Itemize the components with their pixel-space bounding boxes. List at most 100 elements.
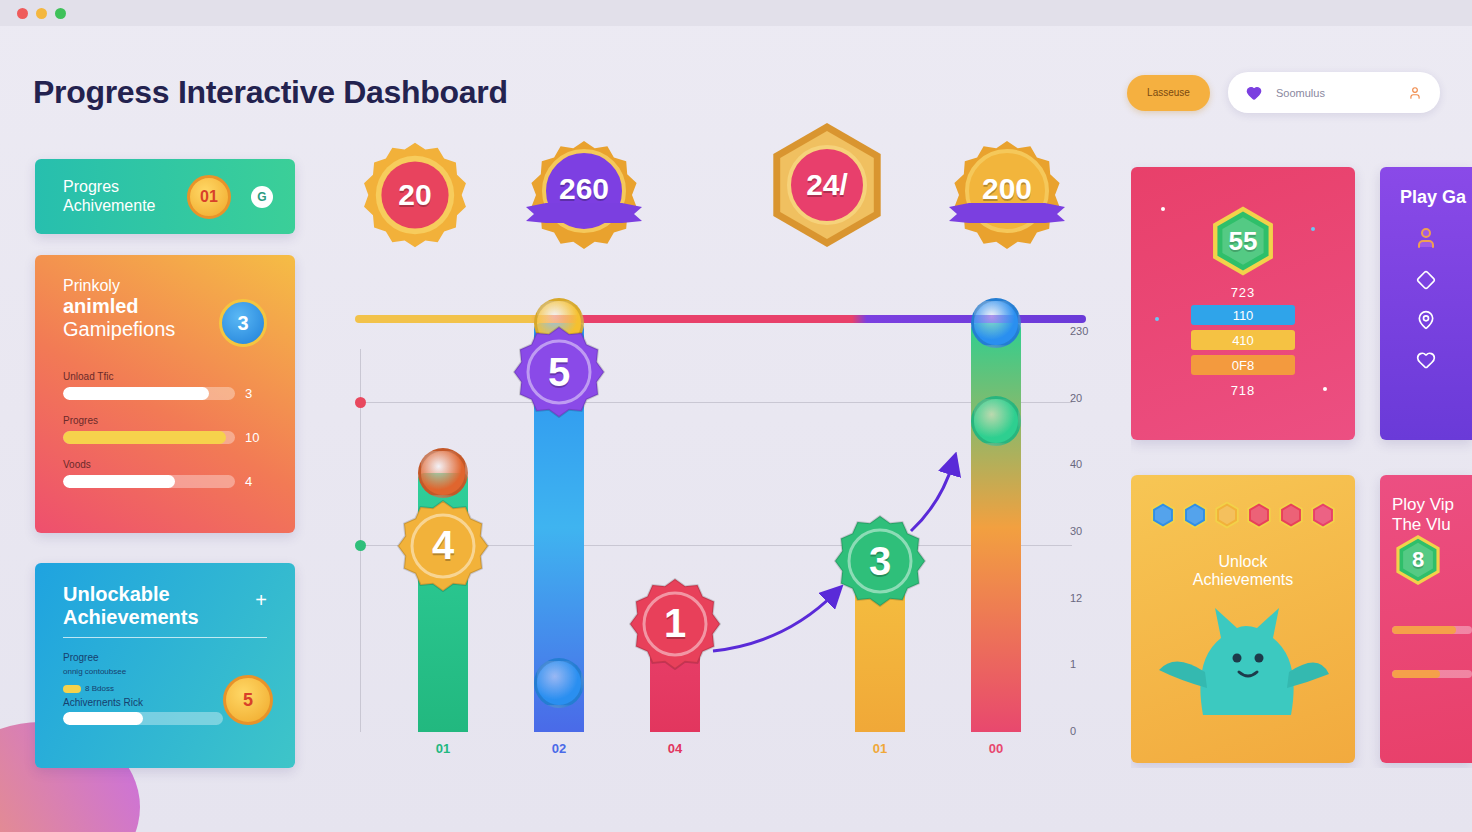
score-badge: 55 (1207, 205, 1279, 277)
left-column: ProgresAchivemente01 G PrinkolyanimledGami… (35, 135, 295, 768)
bar-knob (534, 658, 584, 708)
header: Progress Interactive Dashboard Lasseuse (0, 26, 1472, 135)
chip: 8 Bdoss (63, 684, 223, 693)
progress-rows: Unload Tfic3 Progres10 Voods4 (63, 371, 267, 489)
bar-knob (971, 396, 1021, 446)
score-pill: 410 (1191, 330, 1295, 350)
progress-row: Unload Tfic3 (63, 371, 267, 401)
y-tick: 230 (1070, 325, 1090, 337)
x-label: 04 (668, 741, 682, 759)
window-control[interactable] (17, 8, 28, 19)
user-icon[interactable] (1408, 86, 1422, 100)
card-badge: 3 (219, 299, 267, 347)
bar-chart: 230 20 4 0 30 12 1 04 01 5 02 1 04 3 01 00 (355, 297, 1090, 759)
card-title: The Vlu (1392, 515, 1472, 535)
progress-track (1392, 626, 1472, 634)
bar-badge: 3 (834, 515, 926, 607)
score-pill: 110 (1191, 305, 1295, 325)
search-field[interactable] (1228, 72, 1440, 113)
window-control[interactable] (36, 8, 47, 19)
y-tick: 12 (1070, 592, 1090, 604)
bar-column: 5 02 (534, 323, 584, 759)
bars: 4 01 5 02 1 04 3 01 00 (355, 297, 1021, 759)
y-tick: 0 (1070, 725, 1090, 737)
chart-bar[interactable]: 1 (650, 624, 700, 732)
add-button[interactable]: + (255, 589, 267, 612)
bar-badge: 1 (629, 578, 721, 670)
progress-row: Voods4 (63, 459, 267, 489)
bar-label: Achivernents Rick (63, 697, 223, 708)
gem-icon (1245, 501, 1273, 529)
score-pill: 0F8 (1191, 355, 1295, 375)
bar-knob (418, 448, 468, 498)
row-label: Voods (63, 459, 267, 470)
y-tick: 30 (1070, 525, 1090, 537)
bar-knob (971, 298, 1021, 348)
vip-badge: 8 (1392, 534, 1444, 586)
x-label: 02 (552, 741, 566, 759)
medal-badge: 260 (524, 135, 644, 255)
x-label: 01 (873, 741, 887, 759)
card-badge: 5 (223, 675, 273, 725)
bar-column: 00 (971, 323, 1021, 759)
progress-fill (63, 475, 175, 488)
bar-badge: 5 (513, 326, 605, 418)
progress-row: Progres10 (63, 415, 267, 445)
y-ticks: 2302040301210 (1070, 325, 1090, 737)
axis-dot (355, 540, 366, 551)
score-card[interactable]: 55 723 110 410 0F8 718 (1131, 167, 1355, 440)
progress-track (63, 387, 235, 400)
card-title: Unlockable Achievements (63, 583, 233, 629)
info-label: Progree (63, 652, 223, 663)
card-title: ProgresAchivemente (63, 178, 187, 215)
progress-fill (1392, 626, 1456, 634)
progress-fill (63, 387, 209, 400)
chart-bar[interactable]: 5 (534, 323, 584, 732)
chart-bar[interactable]: 3 (855, 561, 905, 732)
score-pills: 110 410 0F8 (1191, 305, 1295, 375)
diamond-icon[interactable] (1416, 270, 1436, 290)
progress-track (63, 712, 223, 725)
chart-bar[interactable]: 4 (418, 473, 468, 732)
window-bar (0, 0, 1472, 26)
y-tick: 1 (1070, 658, 1090, 670)
play-card[interactable]: Play Ga (1380, 167, 1472, 440)
gem-icon (1149, 501, 1177, 529)
bar-column: 3 01 (855, 561, 905, 759)
card-icon[interactable]: G (251, 186, 273, 208)
character-icon[interactable] (1414, 226, 1438, 250)
pin-icon[interactable] (1416, 310, 1436, 330)
card-head: Unlockable Achievements + (63, 583, 267, 638)
window-control[interactable] (55, 8, 66, 19)
row-label: Progres (63, 415, 267, 426)
unlock-card[interactable]: Unlock Achievements (1131, 475, 1355, 763)
vip-card[interactable]: Ploy VipThe Vlu8 (1380, 475, 1472, 763)
x-label: 01 (436, 741, 450, 759)
gem-icon (1277, 501, 1305, 529)
gem-icon (1309, 501, 1337, 529)
progress-track (1392, 670, 1472, 678)
x-label: 00 (989, 741, 1003, 759)
medal-badge: 200 (947, 135, 1067, 255)
gem-icon (1181, 501, 1209, 529)
unlockable-card[interactable]: Unlockable Achievements+Progreeonnig con… (35, 563, 295, 768)
header-button[interactable]: Lasseuse (1127, 75, 1210, 111)
page-title: Progress Interactive Dashboard (33, 74, 508, 111)
progress-fill (1392, 670, 1440, 678)
score-top: 723 (1231, 285, 1256, 300)
chart-bar[interactable] (971, 323, 1021, 732)
achievements-card[interactable]: ProgresAchivemente01 G (35, 159, 295, 234)
card-badge: 01 (187, 175, 231, 219)
row-value: 3 (245, 386, 252, 401)
score-bottom: 718 (1231, 383, 1256, 398)
gem-row (1149, 501, 1337, 529)
gamification-card[interactable]: PrinkolyanimledGamipefions3Unload Tfic3P… (35, 255, 295, 533)
heart-icon[interactable] (1416, 350, 1436, 370)
search-input[interactable] (1274, 86, 1396, 100)
progress-fill (63, 712, 143, 725)
vip-bars (1392, 626, 1472, 678)
bar-column: 4 01 (418, 473, 468, 759)
card-title: Play Ga (1400, 187, 1472, 208)
y-tick: 20 (1070, 392, 1090, 404)
bar-column: 1 04 (650, 624, 700, 759)
